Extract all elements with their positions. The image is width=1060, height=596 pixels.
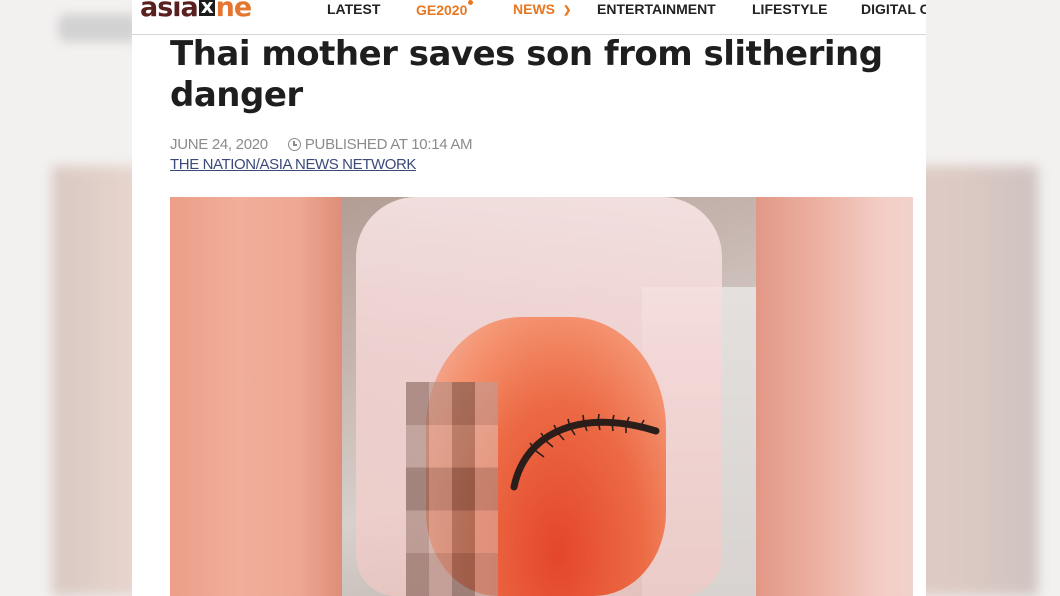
nav-item-latest[interactable]: LATEST xyxy=(327,0,380,18)
top-navigation: asia x ne LATEST GE2020 NEWS ❯ ENTERTAINMEN… xyxy=(132,0,926,35)
chevron-down-icon: ❯ xyxy=(563,5,572,16)
photo-blur-right xyxy=(756,197,913,596)
nav-item-entertainment[interactable]: ENTERTAINMENT xyxy=(597,0,716,18)
site-logo[interactable]: asia x ne xyxy=(140,0,252,23)
nav-item-digital[interactable]: DIGITAL C xyxy=(861,0,926,18)
photo-blur-left xyxy=(170,197,342,596)
clock-icon xyxy=(287,138,301,151)
blurred-logo xyxy=(58,14,138,42)
new-indicator-dot xyxy=(468,0,474,5)
article-date: JUNE 24, 2020 xyxy=(170,136,268,153)
article-headline: Thai mother saves son from slithering da… xyxy=(170,34,883,115)
nav-item-news[interactable]: NEWS ❯ xyxy=(513,0,571,20)
pixelated-area xyxy=(406,382,498,596)
article-source-link[interactable]: THE NATION/ASIA NEWS NETWORK xyxy=(170,156,416,173)
photo-main xyxy=(342,197,756,596)
nav-item-lifestyle[interactable]: LIFESTYLE xyxy=(752,0,827,18)
centipede-image xyxy=(510,413,660,491)
nav-item-ge2020[interactable]: GE2020 xyxy=(416,0,474,19)
article-photo xyxy=(170,197,913,596)
article-meta: JUNE 24, 2020 PUBLISHED AT 10:14 AM xyxy=(170,136,473,153)
published-time: PUBLISHED AT 10:14 AM xyxy=(304,136,473,153)
plastic-bag xyxy=(356,197,722,596)
article-page: asia x ne LATEST GE2020 NEWS ❯ ENTERTAINMEN… xyxy=(132,0,926,596)
